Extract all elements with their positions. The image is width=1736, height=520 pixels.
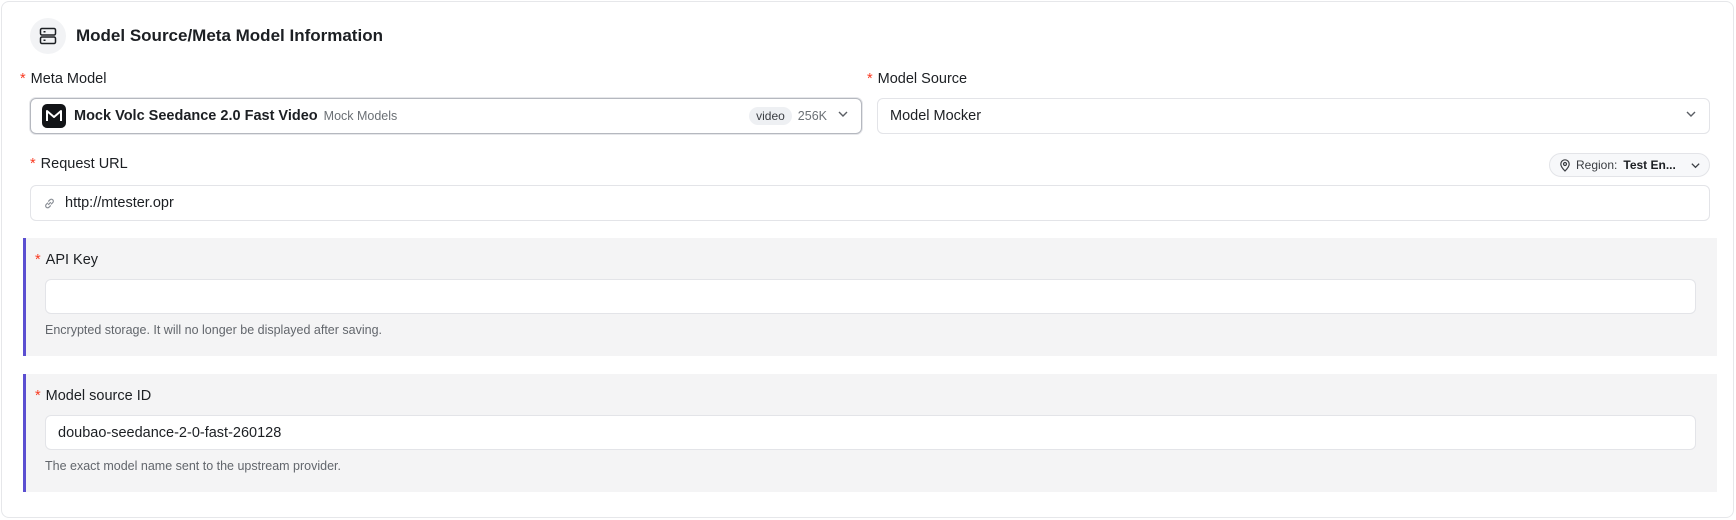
model-info-card: Model Source/Meta Model Information * Met… (1, 1, 1734, 518)
link-icon (43, 197, 56, 210)
api-key-input[interactable] (45, 279, 1696, 314)
region-select[interactable]: Region: Test En... (1549, 153, 1710, 177)
region-value: Test En... (1623, 158, 1676, 172)
required-marker: * (30, 156, 36, 172)
model-source-id-value: doubao-seedance-2-0-fast-260128 (58, 424, 282, 441)
page-title: Model Source/Meta Model Information (76, 26, 383, 45)
meta-model-name: Mock Volc Seedance 2.0 Fast Video (74, 108, 318, 124)
model-logo-icon (42, 104, 66, 128)
modality-tag: video (749, 107, 792, 125)
request-url-value: http://mtester.opr (65, 195, 174, 211)
required-marker: * (867, 71, 873, 87)
chevron-down-icon (837, 107, 849, 125)
model-source-label: * Model Source (867, 71, 968, 87)
request-url-input[interactable]: http://mtester.opr (30, 185, 1710, 221)
required-marker: * (20, 71, 26, 87)
api-key-label: * API Key (35, 252, 99, 268)
region-label: Region: (1576, 158, 1618, 172)
meta-model-vendor: Mock Models (323, 109, 398, 123)
model-source-id-label: * Model source ID (35, 388, 152, 404)
model-source-value: Model Mocker (890, 108, 982, 124)
request-url-label: * Request URL (30, 156, 128, 172)
required-marker: * (35, 388, 41, 404)
chevron-down-icon (1690, 160, 1701, 171)
section-header: Model Source/Meta Model Information (30, 18, 383, 54)
api-key-hint: Encrypted storage. It will no longer be … (45, 323, 382, 337)
meta-model-select[interactable]: Mock Volc Seedance 2.0 Fast Video Mock M… (30, 98, 862, 134)
required-marker: * (35, 252, 41, 268)
server-icon (30, 18, 66, 54)
model-source-id-input[interactable]: doubao-seedance-2-0-fast-260128 (45, 415, 1696, 450)
meta-model-label: * Meta Model (20, 71, 107, 87)
chevron-down-icon (1685, 107, 1697, 125)
model-source-id-hint: The exact model name sent to the upstrea… (45, 459, 341, 473)
model-source-select[interactable]: Model Mocker (877, 98, 1710, 134)
location-pin-icon (1559, 158, 1571, 172)
context-length: 256K (797, 109, 827, 123)
